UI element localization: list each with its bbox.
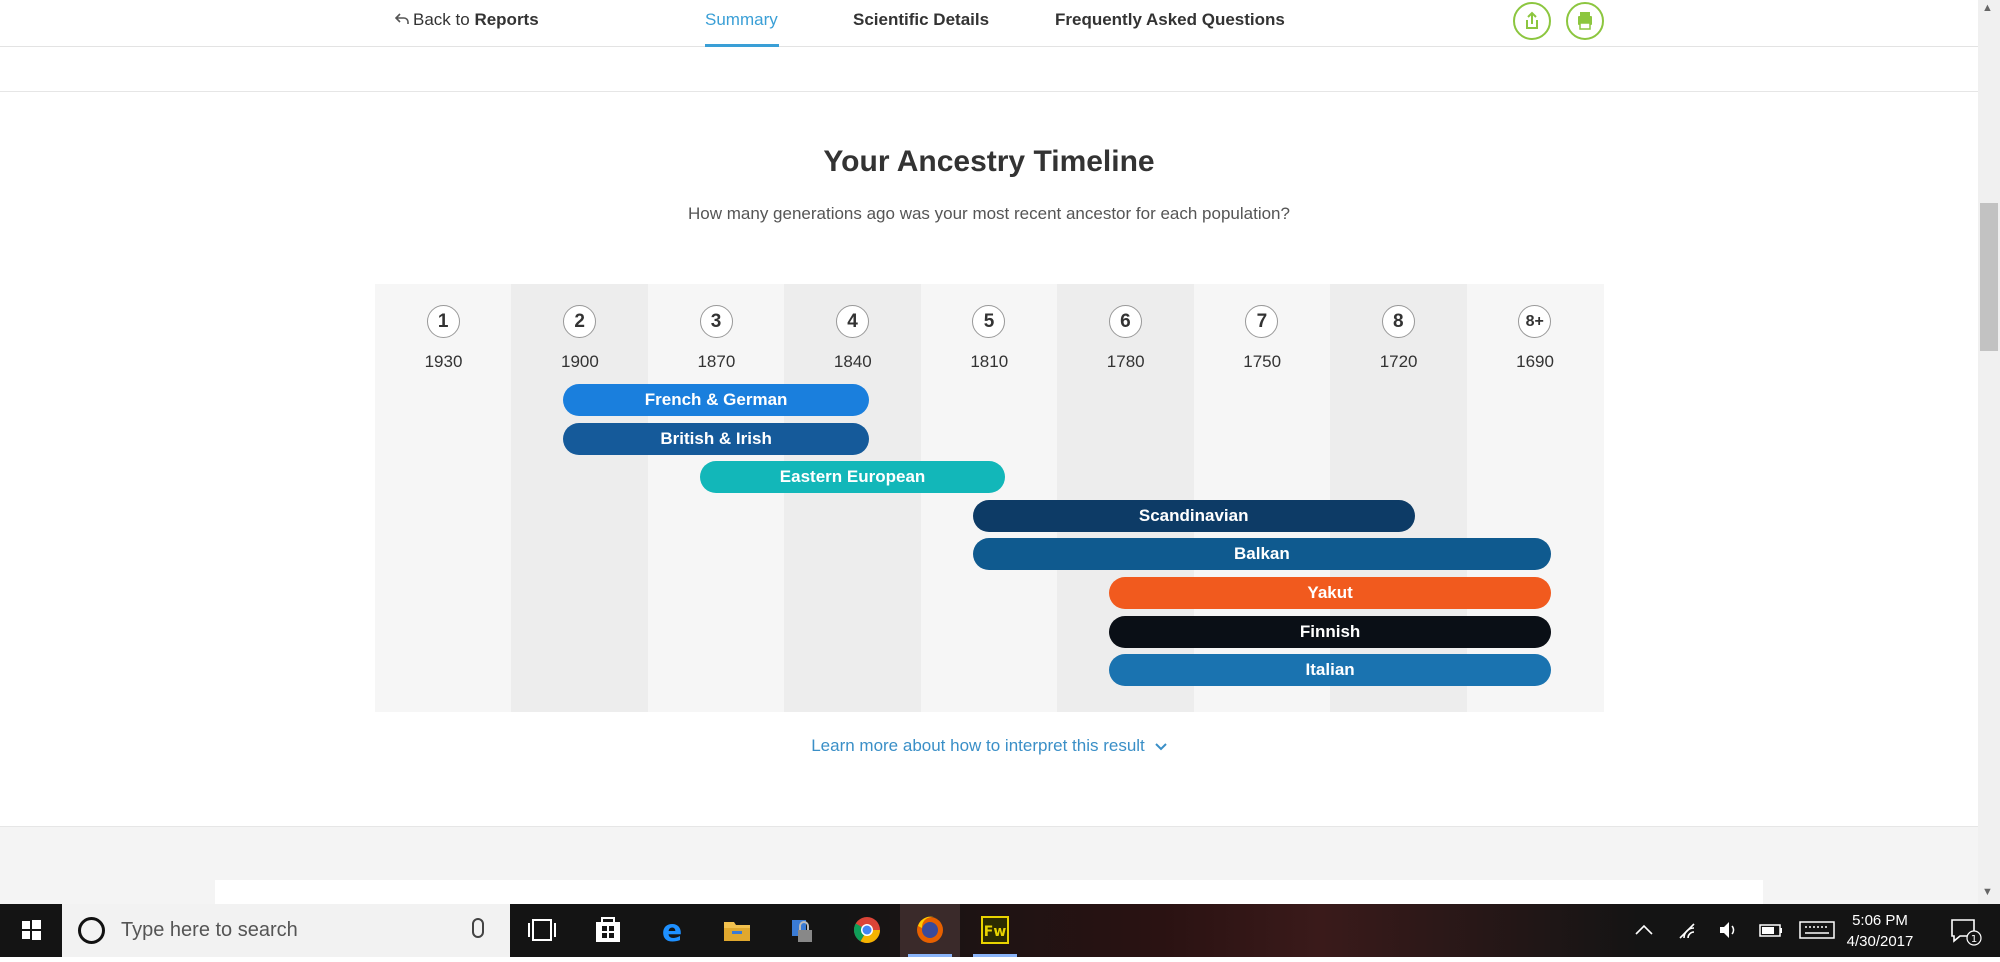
lock-app-icon (792, 920, 812, 942)
generation-badge: 8+ (1518, 305, 1552, 338)
share-icon (1526, 11, 1538, 29)
taskbar-search-box[interactable]: Type here to search (62, 904, 510, 957)
back-arrow-icon (394, 12, 409, 30)
windows-taskbar: Type here to search e Fw 5:06 PM 4/30/20… (0, 904, 2000, 957)
learn-more-link[interactable]: Learn more about how to interpret this r… (0, 736, 1978, 756)
learn-more-text: Learn more about how to interpret this r… (811, 736, 1145, 755)
chevron-down-icon (1155, 740, 1167, 754)
generation-badge: 5 (972, 305, 1006, 338)
edge-icon: e (662, 914, 682, 949)
windows-logo-icon (22, 920, 41, 940)
tray-overflow-chevron-icon[interactable] (1635, 924, 1653, 935)
page-scrollbar[interactable] (1978, 0, 2000, 904)
scrollbar-thumb[interactable] (1980, 203, 1998, 351)
back-to-reports-link[interactable]: Back to Reports (394, 10, 539, 30)
task-view-button[interactable] (512, 904, 572, 957)
generation-column: 8 1720 (1330, 284, 1468, 712)
keyboard-icon[interactable] (1799, 921, 1835, 939)
store-app-button[interactable] (578, 904, 638, 957)
generation-column: 3 1870 (647, 284, 785, 712)
fireworks-icon: Fw (981, 916, 1009, 944)
next-section-card (215, 880, 1763, 904)
cortana-icon (78, 917, 105, 944)
generation-badge: 1 (426, 305, 460, 338)
volume-icon[interactable] (1720, 922, 1735, 938)
fireworks-label: Fw (984, 924, 1007, 940)
generation-year: 1840 (833, 352, 872, 371)
generation-year: 1720 (1379, 352, 1418, 371)
population-bar[interactable]: Eastern European (699, 461, 1006, 494)
generation-column: 8+ 1690 (1466, 284, 1604, 712)
generation-badge: 3 (699, 305, 733, 338)
timeline-subtitle: How many generations ago was your most r… (688, 204, 1290, 223)
population-bar[interactable]: Italian (1109, 654, 1552, 687)
chrome-app-button[interactable] (837, 904, 897, 957)
tab-faq[interactable]: Frequently Asked Questions (1055, 10, 1285, 30)
active-tab-indicator (705, 44, 779, 47)
generation-column: 5 1810 (920, 284, 1058, 712)
generation-badge: 8 (1381, 305, 1415, 338)
task-view-icon (528, 919, 556, 941)
tab-summary[interactable]: Summary (705, 10, 778, 30)
section-divider (0, 91, 1978, 92)
ancestry-timeline-chart: 1 1930 2 1900 3 1870 4 1840 5 1810 6 1780 7 1750 8 1720… (375, 284, 1604, 712)
firefox-icon (917, 916, 943, 943)
scroll-up-arrow-icon[interactable]: ▲ (1982, 2, 1993, 14)
print-icon (1578, 12, 1592, 30)
clock-date: 4/30/2017 (1846, 933, 1914, 950)
system-tray (1630, 904, 1840, 957)
notification-count: 1 (1971, 934, 1977, 945)
browser-viewport: Back to Reports Summary Scientific Detai… (0, 0, 1978, 904)
generation-year: 1870 (697, 352, 736, 371)
lock-app-button[interactable] (772, 904, 832, 957)
file-explorer-icon (724, 922, 750, 941)
population-bar[interactable]: French & German (563, 384, 869, 416)
generation-column: 6 1780 (1057, 284, 1195, 712)
file-explorer-button[interactable] (707, 904, 767, 957)
scroll-down-arrow-icon[interactable]: ▼ (1982, 886, 1993, 898)
generation-column: 7 1750 (1193, 284, 1331, 712)
generation-badge: 6 (1108, 305, 1142, 338)
generation-year: 1690 (1516, 352, 1554, 371)
microphone-icon[interactable] (472, 918, 484, 938)
generation-column: 1 1930 (375, 284, 512, 712)
timeline-title: Your Ancestry Timeline (823, 145, 1155, 178)
report-nav-bar: Back to Reports Summary Scientific Detai… (0, 0, 1978, 47)
taskbar-wallpaper-tint (840, 904, 1640, 957)
generation-year: 1780 (1106, 352, 1145, 371)
fireworks-app-button[interactable]: Fw (965, 904, 1025, 957)
chrome-icon (853, 917, 881, 944)
generation-column: 4 1840 (784, 284, 922, 712)
taskbar-clock[interactable]: 5:06 PM 4/30/2017 (1840, 910, 1920, 952)
clock-time: 5:06 PM (1852, 912, 1908, 929)
generation-badge: 7 (1245, 305, 1279, 338)
tab-scientific-details[interactable]: Scientific Details (853, 10, 989, 30)
generation-year: 1930 (424, 352, 463, 371)
firefox-app-button[interactable] (900, 904, 960, 957)
search-placeholder: Type here to search (121, 919, 298, 941)
generation-year: 1900 (561, 352, 599, 371)
generation-year: 1750 (1243, 352, 1282, 371)
population-bar[interactable]: Balkan (972, 538, 1552, 571)
store-icon (596, 917, 620, 942)
back-target: Reports (474, 10, 539, 29)
print-button[interactable] (1566, 2, 1604, 40)
generation-column: 2 1900 (511, 284, 649, 712)
notification-icon: 1 (1951, 919, 1982, 946)
network-icon[interactable] (1679, 923, 1695, 939)
generation-badge: 4 (836, 305, 870, 338)
population-bar[interactable]: Scandinavian (972, 499, 1415, 532)
action-center-button[interactable]: 1 (1940, 904, 1990, 957)
back-prefix: Back to (413, 10, 470, 29)
edge-app-button[interactable]: e (642, 904, 702, 957)
generation-badge: 2 (563, 305, 597, 338)
share-button[interactable] (1513, 2, 1551, 40)
population-bar[interactable]: Yakut (1109, 577, 1552, 609)
svg-text:e: e (662, 914, 682, 949)
start-button[interactable] (0, 904, 62, 957)
generation-year: 1810 (970, 352, 1009, 371)
population-bar[interactable]: Finnish (1109, 615, 1552, 648)
battery-icon[interactable] (1759, 924, 1782, 937)
population-bar[interactable]: British & Irish (563, 422, 869, 455)
